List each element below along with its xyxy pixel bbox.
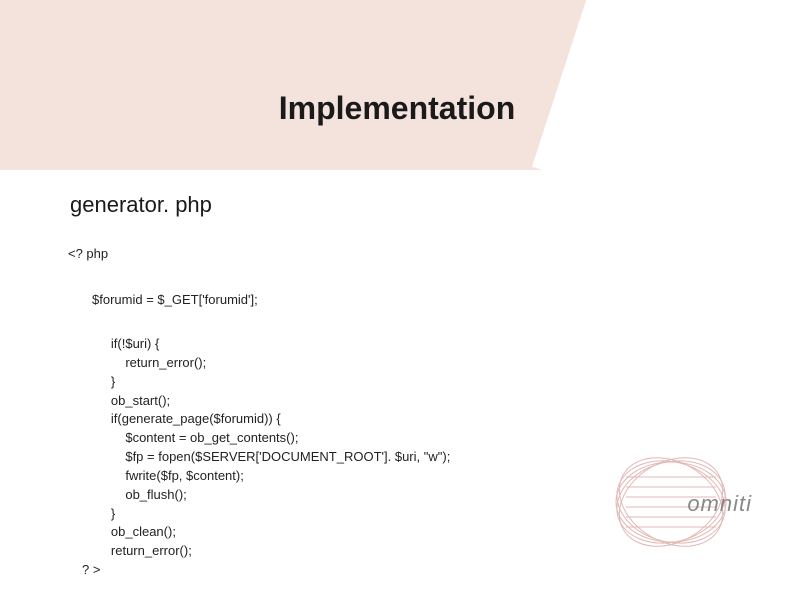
slide-title: Implementation (0, 90, 794, 127)
code-open-tag: <? php (68, 246, 108, 261)
code-body: if(!$uri) { return_error(); } ob_start()… (82, 335, 450, 580)
omniti-logo-text: omniti (687, 491, 752, 517)
slide-header-bg (0, 0, 640, 170)
code-line-assignment: $forumid = $_GET['forumid']; (92, 292, 258, 307)
slide-subtitle: generator. php (70, 192, 212, 218)
